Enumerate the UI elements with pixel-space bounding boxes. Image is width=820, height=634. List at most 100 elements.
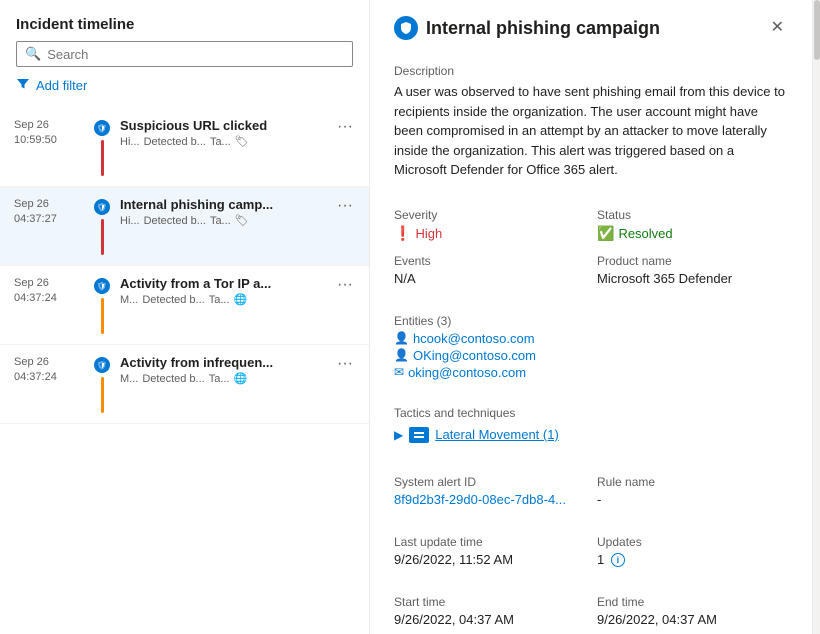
updates-label: Updates: [597, 535, 788, 549]
tactics-label: Tactics and techniques: [394, 406, 788, 420]
search-input[interactable]: [47, 47, 344, 62]
info-icon[interactable]: i: [611, 553, 625, 567]
severity-status-row: Severity ❗ High Status ✅ Resolved: [394, 208, 788, 242]
shield-icon: 🛡: [94, 278, 110, 294]
severity-icon: ❗: [394, 225, 411, 242]
chevron-right-icon: ▶: [394, 428, 403, 442]
tag-icon: 🏷: [235, 214, 249, 227]
user-icon: 👤: [394, 331, 409, 345]
detail-header: Internal phishing campaign ✕: [394, 16, 788, 40]
timeline-connector: 🛡: [92, 199, 112, 255]
add-filter-button[interactable]: Add filter: [16, 75, 353, 96]
incident-timeline-panel: Incident timeline 🔍 Add filter Sep 26 10…: [0, 0, 370, 634]
timestamp: Sep 26 10:59:50: [14, 118, 84, 149]
alert-id-field: System alert ID 8f9d2b3f-29d0-08ec-7db8-…: [394, 475, 585, 507]
search-icon: 🔍: [25, 46, 41, 62]
alert-rule-row: System alert ID 8f9d2b3f-29d0-08ec-7db8-…: [394, 475, 788, 507]
timeline-item[interactable]: Sep 26 10:59:50 🛡 Suspicious URL clicked…: [0, 108, 369, 187]
alert-id-label: System alert ID: [394, 475, 585, 489]
events-field: Events N/A: [394, 254, 585, 286]
timeline-item[interactable]: Sep 26 04:37:24 🛡 Activity from a Tor IP…: [0, 266, 369, 345]
time-row: Start time 9/26/2022, 04:37 AM End time …: [394, 595, 788, 627]
entities-label: Entities (3): [394, 314, 788, 328]
severity-value: ❗ High: [394, 225, 585, 242]
timestamp: Sep 26 04:37:24: [14, 355, 84, 386]
events-value: N/A: [394, 271, 585, 286]
entity-link-3[interactable]: ✉ oking@contoso.com: [394, 365, 788, 380]
description-text: A user was observed to have sent phishin…: [394, 82, 788, 180]
more-options-button[interactable]: ···: [335, 276, 355, 294]
severity-bar: [101, 140, 104, 176]
end-time-value: 9/26/2022, 04:37 AM: [597, 612, 788, 627]
scrollbar[interactable]: [812, 0, 820, 634]
entity-link-2[interactable]: 👤 OKing@contoso.com: [394, 348, 788, 363]
user-icon: 👤: [394, 348, 409, 362]
title-area: Internal phishing campaign: [394, 16, 660, 40]
last-update-field: Last update time 9/26/2022, 11:52 AM: [394, 535, 585, 568]
status-field: Status ✅ Resolved: [597, 208, 788, 242]
timestamp: Sep 26 04:37:24: [14, 276, 84, 307]
rule-value: -: [597, 492, 788, 507]
incident-title: Activity from a Tor IP a...: [120, 276, 327, 291]
add-filter-label: Add filter: [36, 78, 87, 93]
severity-bar: [101, 219, 104, 255]
end-time-field: End time 9/26/2022, 04:37 AM: [597, 595, 788, 627]
incident-meta: M... Detected b... Ta... 🌐: [120, 293, 327, 306]
start-time-value: 9/26/2022, 04:37 AM: [394, 612, 585, 627]
incident-title: Suspicious URL clicked: [120, 118, 327, 133]
shield-icon-large: [394, 16, 418, 40]
mail-icon: ✉: [394, 365, 404, 379]
status-value: ✅ Resolved: [597, 225, 788, 242]
incident-info: Activity from a Tor IP a... M... Detecte…: [120, 276, 327, 306]
resolved-icon: ✅: [597, 225, 614, 242]
updates-field: Updates 1 i: [597, 535, 788, 568]
search-bar[interactable]: 🔍: [16, 41, 353, 67]
more-options-button[interactable]: ···: [335, 197, 355, 215]
severity-label: Severity: [394, 208, 585, 222]
events-product-row: Events N/A Product name Microsoft 365 De…: [394, 254, 788, 286]
last-update-value: 9/26/2022, 11:52 AM: [394, 552, 585, 567]
incident-info: Activity from infrequen... M... Detected…: [120, 355, 327, 385]
status-label: Status: [597, 208, 788, 222]
incident-title: Internal phishing camp...: [120, 197, 327, 212]
severity-field: Severity ❗ High: [394, 208, 585, 242]
tactic-label[interactable]: Lateral Movement (1): [435, 427, 559, 442]
shield-icon: 🛡: [94, 357, 110, 373]
entity-link-1[interactable]: 👤 hcook@contoso.com: [394, 331, 788, 346]
filter-icon: [16, 77, 30, 94]
more-options-button[interactable]: ···: [335, 355, 355, 373]
tag-icon: 🌐: [234, 293, 248, 306]
product-field: Product name Microsoft 365 Defender: [597, 254, 788, 286]
incident-title: Activity from infrequen...: [120, 355, 327, 370]
timeline-item[interactable]: Sep 26 04:37:27 🛡 Internal phishing camp…: [0, 187, 369, 266]
timeline-list: Sep 26 10:59:50 🛡 Suspicious URL clicked…: [0, 108, 369, 634]
timeline-connector: 🛡: [92, 357, 112, 413]
close-button[interactable]: ✕: [767, 16, 788, 40]
timeline-connector: 🛡: [92, 278, 112, 334]
product-value: Microsoft 365 Defender: [597, 271, 788, 286]
timestamp: Sep 26 04:37:27: [14, 197, 84, 228]
incident-meta: Hi... Detected b... Ta... 🏷: [120, 135, 327, 148]
start-time-field: Start time 9/26/2022, 04:37 AM: [394, 595, 585, 627]
timeline-item[interactable]: Sep 26 04:37:24 🛡 Activity from infreque…: [0, 345, 369, 424]
more-options-button[interactable]: ···: [335, 118, 355, 136]
severity-bar: [101, 298, 104, 334]
tag-icon: 🏷: [235, 135, 249, 148]
incident-info: Suspicious URL clicked Hi... Detected b.…: [120, 118, 327, 148]
tactic-item[interactable]: ▶ Lateral Movement (1): [394, 423, 788, 447]
tag-icon: 🌐: [234, 372, 248, 385]
tactics-section: Tactics and techniques ▶ Lateral Movemen…: [394, 406, 788, 447]
rule-field: Rule name -: [597, 475, 788, 507]
scrollbar-thumb[interactable]: [814, 0, 820, 60]
detail-panel: Internal phishing campaign ✕ Description…: [370, 0, 812, 634]
last-update-label: Last update time: [394, 535, 585, 549]
incident-meta: M... Detected b... Ta... 🌐: [120, 372, 327, 385]
shield-icon: 🛡: [94, 120, 110, 136]
detail-title: Internal phishing campaign: [426, 18, 660, 39]
events-label: Events: [394, 254, 585, 268]
start-time-label: Start time: [394, 595, 585, 609]
severity-bar: [101, 377, 104, 413]
incident-info: Internal phishing camp... Hi... Detected…: [120, 197, 327, 227]
panel-title: Incident timeline: [0, 0, 369, 41]
alert-id-link[interactable]: 8f9d2b3f-29d0-08ec-7db8-4...: [394, 492, 585, 507]
